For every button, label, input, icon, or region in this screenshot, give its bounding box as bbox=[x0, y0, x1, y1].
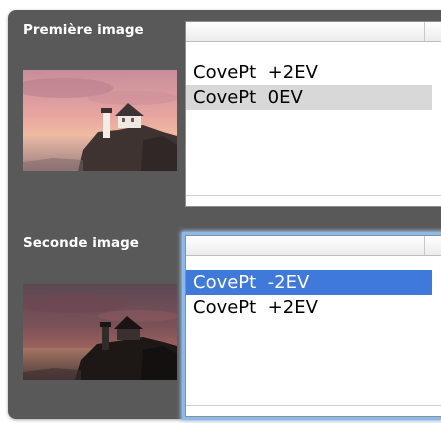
list-footer bbox=[186, 405, 441, 416]
first-image-label: Première image bbox=[23, 22, 144, 38]
second-image-list[interactable]: CovePt -2EV CovePt +2EV bbox=[185, 235, 441, 417]
list-item[interactable]: CovePt +2EV bbox=[186, 60, 432, 85]
column-divider bbox=[424, 236, 425, 255]
second-image-list-header[interactable] bbox=[186, 236, 441, 256]
list-footer bbox=[186, 195, 441, 206]
first-image-thumbnail bbox=[23, 70, 177, 171]
second-image-label: Seconde image bbox=[23, 235, 139, 251]
list-item[interactable]: CovePt 0EV bbox=[186, 85, 432, 110]
second-image-thumbnail bbox=[23, 284, 177, 380]
list-item-selected[interactable]: CovePt -2EV bbox=[186, 270, 432, 295]
column-divider bbox=[424, 22, 425, 41]
first-image-list-header[interactable] bbox=[186, 22, 441, 42]
list-item[interactable]: CovePt +2EV bbox=[186, 295, 432, 320]
first-image-list[interactable]: CovePt +2EV CovePt 0EV bbox=[185, 21, 441, 207]
